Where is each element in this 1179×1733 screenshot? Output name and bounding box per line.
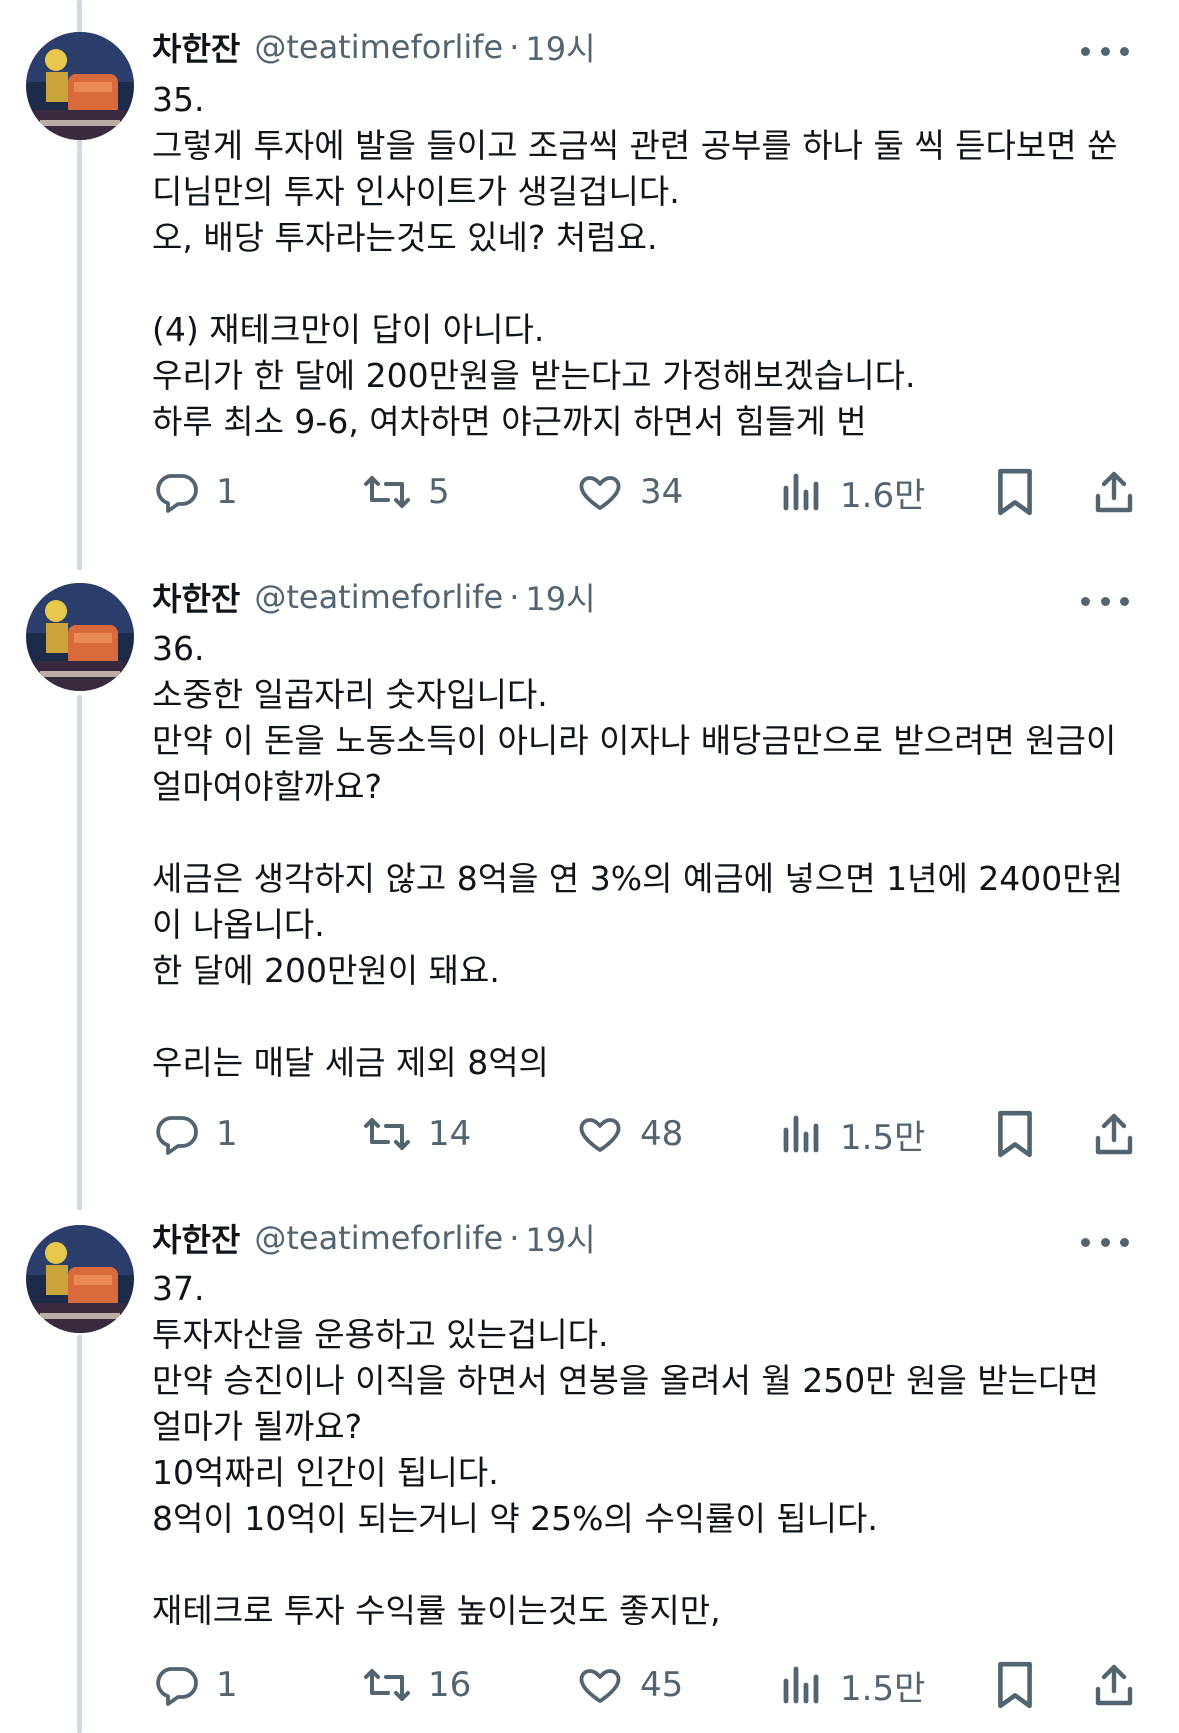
share-button[interactable] bbox=[1090, 1104, 1138, 1164]
views-button[interactable]: 1.6만 bbox=[780, 462, 925, 522]
author-handle[interactable]: @teatimeforlife bbox=[254, 28, 503, 66]
timestamp[interactable]: 19시 bbox=[525, 1215, 595, 1261]
like-button[interactable]: 48 bbox=[576, 1104, 683, 1164]
reply-button[interactable]: 1 bbox=[152, 1655, 238, 1715]
more-icon[interactable] bbox=[1081, 591, 1129, 611]
retweet-count: 14 bbox=[428, 1114, 472, 1154]
views-count: 1.6만 bbox=[840, 475, 926, 516]
views-count: 1.5만 bbox=[840, 1117, 926, 1158]
share-icon bbox=[1095, 1664, 1133, 1706]
author-handle[interactable]: @teatimeforlife bbox=[254, 578, 503, 616]
author-name[interactable]: 차한잔 bbox=[152, 574, 240, 620]
retweet-button[interactable]: 14 bbox=[362, 1104, 471, 1164]
avatar[interactable] bbox=[26, 583, 134, 691]
timestamp[interactable]: 19시 bbox=[525, 24, 595, 70]
tweet-text: 37. 투자자산을 운용하고 있는겁니다. 만약 승진이나 이직을 하면서 연봉… bbox=[152, 1269, 1099, 1630]
tweet-header: 차한잔 @teatimeforlife · 19시 bbox=[152, 22, 596, 72]
retweet-icon bbox=[364, 1118, 410, 1150]
avatar[interactable] bbox=[26, 32, 134, 140]
bookmark-button[interactable] bbox=[992, 1655, 1038, 1715]
retweet-icon bbox=[364, 476, 410, 508]
more-icon[interactable] bbox=[1081, 41, 1129, 61]
share-button[interactable] bbox=[1090, 462, 1138, 522]
like-count: 48 bbox=[640, 1114, 684, 1154]
views-icon bbox=[783, 1115, 819, 1153]
author-handle[interactable]: @teatimeforlife bbox=[254, 1219, 503, 1257]
reply-button[interactable]: 1 bbox=[152, 462, 238, 522]
views-icon bbox=[783, 473, 819, 511]
reply-icon bbox=[156, 1116, 198, 1155]
separator-dot: · bbox=[509, 578, 520, 616]
bookmark-icon bbox=[998, 1110, 1032, 1158]
tweet-header: 차한잔 @teatimeforlife · 19시 bbox=[152, 572, 596, 622]
retweet-button[interactable]: 16 bbox=[362, 1655, 471, 1715]
author-name[interactable]: 차한잔 bbox=[152, 1215, 240, 1261]
bookmark-button[interactable] bbox=[992, 1104, 1038, 1164]
views-icon bbox=[783, 1666, 819, 1704]
share-icon bbox=[1095, 1113, 1133, 1155]
tweet-text: 35. 그렇게 투자에 발을 들이고 조금씩 관련 공부를 하나 둘 씩 듣다보… bbox=[152, 80, 1118, 441]
reply-button[interactable]: 1 bbox=[152, 1104, 238, 1164]
retweet-count: 5 bbox=[428, 472, 450, 512]
like-count: 34 bbox=[640, 472, 684, 512]
bookmark-button[interactable] bbox=[992, 462, 1038, 522]
tweet-header: 차한잔 @teatimeforlife · 19시 bbox=[152, 1213, 596, 1263]
action-bar: 1 14 48 1.5만 bbox=[152, 1104, 1142, 1164]
views-count: 1.5만 bbox=[840, 1668, 926, 1709]
reply-count: 1 bbox=[216, 1114, 238, 1154]
like-count: 45 bbox=[640, 1665, 684, 1705]
thread-line bbox=[77, 1335, 82, 1733]
action-bar: 1 5 34 1.6만 bbox=[152, 462, 1142, 522]
heart-icon bbox=[579, 1669, 621, 1703]
retweet-button[interactable]: 5 bbox=[362, 462, 450, 522]
retweet-count: 16 bbox=[428, 1665, 472, 1705]
like-button[interactable]: 34 bbox=[576, 462, 683, 522]
avatar[interactable] bbox=[26, 1225, 134, 1333]
heart-icon bbox=[579, 1118, 621, 1152]
bookmark-icon bbox=[998, 1661, 1032, 1709]
views-button[interactable]: 1.5만 bbox=[780, 1104, 925, 1164]
share-button[interactable] bbox=[1090, 1655, 1138, 1715]
retweet-icon bbox=[364, 1669, 410, 1701]
like-button[interactable]: 45 bbox=[576, 1655, 683, 1715]
share-icon bbox=[1095, 471, 1133, 513]
reply-icon bbox=[156, 1667, 198, 1706]
reply-count: 1 bbox=[216, 472, 238, 512]
views-button[interactable]: 1.5만 bbox=[780, 1655, 925, 1715]
thread-line bbox=[77, 150, 82, 570]
thread-line bbox=[77, 695, 82, 1210]
heart-icon bbox=[579, 476, 621, 510]
reply-count: 1 bbox=[216, 1665, 238, 1705]
bookmark-icon bbox=[998, 468, 1032, 516]
reply-icon bbox=[156, 474, 198, 513]
action-bar: 1 16 45 1.5만 bbox=[152, 1655, 1142, 1715]
separator-dot: · bbox=[509, 1219, 520, 1257]
author-name[interactable]: 차한잔 bbox=[152, 24, 240, 70]
more-icon[interactable] bbox=[1081, 1232, 1129, 1252]
tweet-text: 36. 소중한 일곱자리 숫자입니다. 만약 이 돈을 노동소득이 아니라 이자… bbox=[152, 629, 1124, 1082]
timestamp[interactable]: 19시 bbox=[525, 574, 595, 620]
separator-dot: · bbox=[509, 28, 520, 66]
